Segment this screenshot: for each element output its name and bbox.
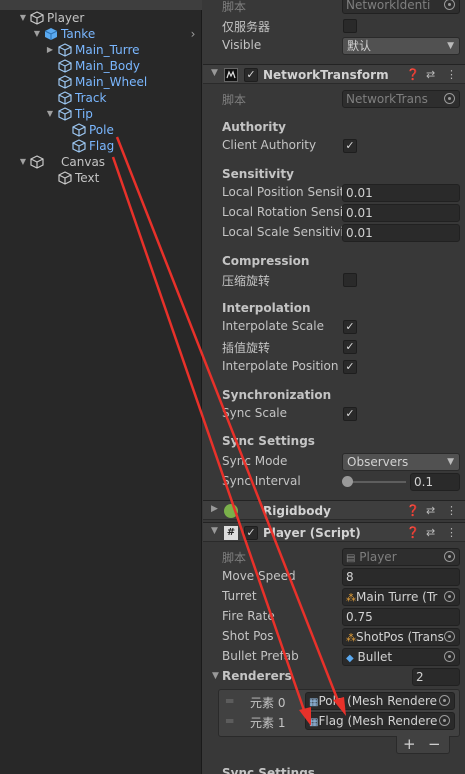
- annotation-arrowhead: [299, 707, 311, 726]
- annotation-arrow-pole: [115, 136, 342, 707]
- annotation-arrow-flag: [111, 156, 308, 717]
- annotation-arrows: [111, 136, 346, 726]
- annotation-arrowhead: [333, 697, 346, 716]
